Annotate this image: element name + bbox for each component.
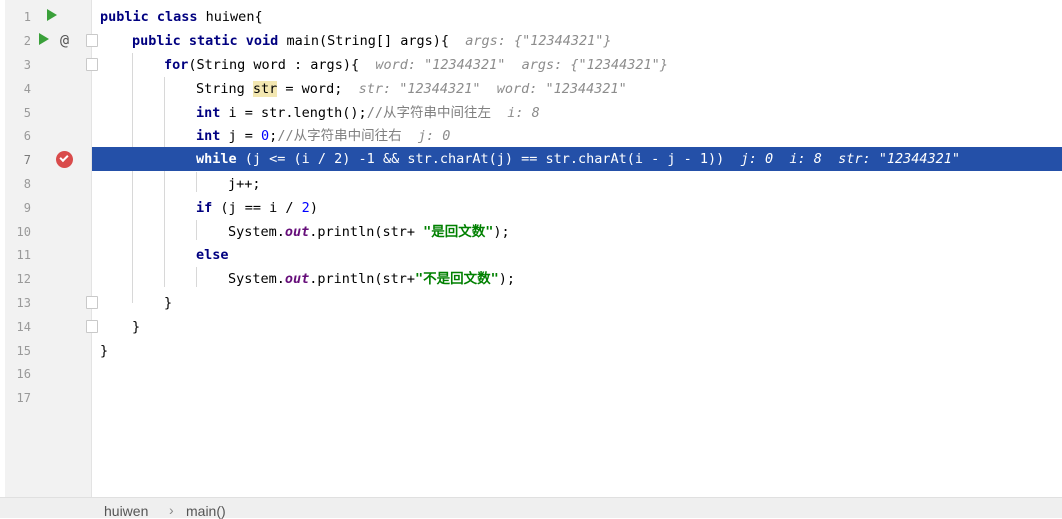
string-literal: "是回文数" <box>423 224 494 240</box>
breadcrumb: huiwen › main() <box>0 497 1062 519</box>
debug-inline-hint: i: 8 <box>507 105 540 121</box>
debug-inline-hint: str: "12344321" word: "12344321" <box>358 81 627 97</box>
gutter-line-10[interactable]: 10 <box>5 220 91 244</box>
code-text: if (j == i / 2) <box>196 200 318 216</box>
gutter-line-12[interactable]: 12 <box>5 267 91 291</box>
code-text: while (j <= (i / 2) -1 && str.charAt(j) … <box>196 151 961 167</box>
gutter-line-7[interactable]: 7 <box>5 148 91 172</box>
code-line-11[interactable]: else <box>92 243 1062 267</box>
code-text: } <box>164 295 173 311</box>
line-number: 16 <box>16 367 31 381</box>
gutter-line-15[interactable]: 15 <box>5 339 91 363</box>
code-text: System.out.println(str+"不是回文数"); <box>228 271 515 287</box>
gutter-line-4[interactable]: 4 <box>5 77 91 101</box>
code-line-5[interactable]: int i = str.length();//从字符串中间往左 i: 8 <box>92 101 1062 125</box>
gutter-line-13[interactable]: 13 <box>5 291 98 315</box>
code-text: else <box>196 247 229 263</box>
debug-inline-hint: j: 0 i: 8 str: "12344321" <box>740 151 961 167</box>
code-line-1[interactable]: public class huiwen{ <box>92 5 1062 29</box>
code-line-3[interactable]: for(String word : args){ word: "12344321… <box>92 53 1062 77</box>
code-line-16[interactable] <box>92 362 1062 386</box>
code-line-6[interactable]: int j = 0;//从字符串中间往右 j: 0 <box>92 124 1062 148</box>
code-text: System.out.println(str+ "是回文数"); <box>228 224 510 240</box>
code-text: j++; <box>228 176 261 192</box>
string-literal: "不是回文数" <box>414 271 499 287</box>
code-area[interactable]: public class huiwen{ public static void … <box>92 0 1062 497</box>
line-number: 4 <box>23 82 31 96</box>
debug-inline-hint: args: {"12344321"} <box>465 33 612 49</box>
code-text: public static void main(String[] args){ … <box>132 33 612 49</box>
code-line-14[interactable]: } <box>92 315 1062 339</box>
line-number: 8 <box>23 177 31 191</box>
code-editor[interactable]: 1 2 @ 3 4 5 6 7 8 9 10 11 12 13 14 15 16… <box>0 0 1062 497</box>
code-comment: //从字符串中间往右 <box>277 128 402 144</box>
line-number: 11 <box>16 248 31 262</box>
gutter-line-8[interactable]: 8 <box>5 172 91 196</box>
editor-gutter[interactable]: 1 2 @ 3 4 5 6 7 8 9 10 11 12 13 14 15 16… <box>5 0 98 497</box>
code-line-9[interactable]: if (j == i / 2) <box>92 196 1062 220</box>
gutter-line-16[interactable]: 16 <box>5 362 91 386</box>
run-class-icon[interactable] <box>47 9 57 21</box>
gutter-line-5[interactable]: 5 <box>5 101 91 125</box>
code-text: int j = 0;//从字符串中间往右 j: 0 <box>196 128 451 144</box>
line-number: 7 <box>23 153 31 167</box>
gutter-line-17[interactable]: 17 <box>5 386 91 410</box>
current-execution-line[interactable]: while (j <= (i / 2) -1 && str.charAt(j) … <box>92 147 1062 171</box>
code-line-15[interactable]: } <box>92 339 1062 363</box>
code-line-13[interactable]: } <box>92 291 1062 315</box>
line-number: 13 <box>16 296 31 310</box>
gutter-line-11[interactable]: 11 <box>5 243 91 267</box>
line-number: 14 <box>16 320 31 334</box>
debug-inline-hint: word: "12344321" args: {"12344321"} <box>375 57 668 73</box>
code-line-2[interactable]: public static void main(String[] args){ … <box>92 29 1062 53</box>
code-text: } <box>132 319 141 335</box>
code-comment: //从字符串中间往左 <box>366 105 491 121</box>
highlighted-identifier: str <box>252 81 278 97</box>
code-line-10[interactable]: System.out.println(str+ "是回文数"); <box>92 220 1062 244</box>
line-number: 15 <box>16 344 31 358</box>
run-main-icon[interactable] <box>39 33 49 45</box>
line-number: 5 <box>23 106 31 120</box>
gutter-line-9[interactable]: 9 <box>5 196 91 220</box>
line-number: 1 <box>23 10 31 24</box>
code-text: String str = word; str: "12344321" word:… <box>196 81 627 97</box>
breakpoint-icon[interactable] <box>56 151 73 168</box>
line-number: 10 <box>16 225 31 239</box>
code-line-17[interactable] <box>92 386 1062 410</box>
code-line-8[interactable]: j++; <box>92 172 1062 196</box>
breadcrumb-separator: › <box>169 502 174 518</box>
gutter-line-6[interactable]: 6 <box>5 124 91 148</box>
debug-inline-hint: j: 0 <box>417 128 451 144</box>
gutter-line-3[interactable]: 3 <box>5 53 98 77</box>
line-number: 12 <box>16 272 31 286</box>
line-number: 2 <box>23 34 31 48</box>
code-text: } <box>100 343 109 359</box>
line-number: 6 <box>23 129 31 143</box>
gutter-line-2[interactable]: 2 @ <box>5 29 98 53</box>
code-line-12[interactable]: System.out.println(str+"不是回文数"); <box>92 267 1062 291</box>
line-number: 9 <box>23 201 31 215</box>
code-text: int i = str.length();//从字符串中间往左 i: 8 <box>196 105 540 121</box>
code-text: public class huiwen{ <box>100 9 263 25</box>
annotation-at-icon[interactable]: @ <box>60 31 69 49</box>
line-number: 17 <box>16 391 31 405</box>
gutter-line-1[interactable]: 1 <box>5 5 91 29</box>
code-line-4[interactable]: String str = word; str: "12344321" word:… <box>92 77 1062 101</box>
line-number: 3 <box>23 58 31 72</box>
code-text: for(String word : args){ word: "12344321… <box>164 57 668 73</box>
gutter-line-14[interactable]: 14 <box>5 315 98 339</box>
